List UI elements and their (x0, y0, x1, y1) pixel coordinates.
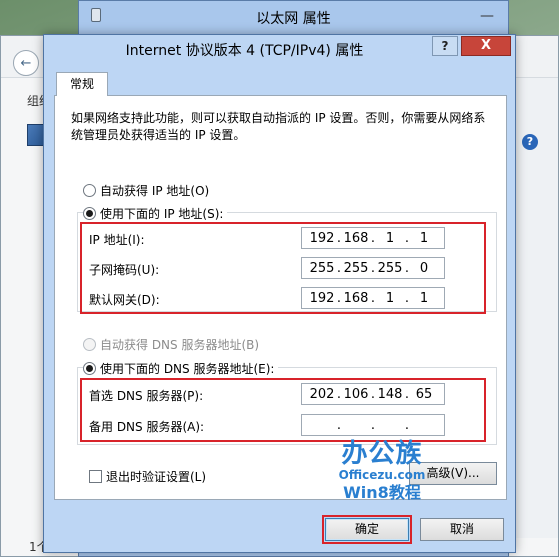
tab-general[interactable]: 常规 (56, 72, 108, 96)
alternate-dns-row: 备用 DNS 服务器(A): . . . (89, 414, 489, 438)
minimize-button[interactable]: — (480, 8, 494, 24)
ethernet-properties-title: 以太网 属性 (256, 11, 331, 27)
validate-checkbox[interactable] (89, 470, 102, 483)
ip-manual-radio[interactable] (83, 207, 96, 220)
ip-auto-label: 自动获得 IP 地址(O) (100, 184, 210, 198)
help-icon[interactable]: ? (522, 134, 538, 150)
dialog-title: Internet 协议版本 4 (TCP/IPv4) 属性 (125, 43, 364, 59)
dns-manual-option[interactable]: 使用下面的 DNS 服务器地址(E): (83, 360, 279, 377)
octet-1: 202 (309, 386, 335, 402)
ip-auto-radio[interactable] (83, 184, 96, 197)
watermark-brand: 办公族 (341, 439, 423, 469)
back-arrow-icon[interactable]: ← (13, 50, 39, 76)
selected-dot-icon (86, 365, 93, 372)
dns-manual-label: 使用下面的 DNS 服务器地址(E): (100, 362, 275, 376)
octet-2: 106 (343, 386, 369, 402)
explorer-right-pane: ? (514, 78, 558, 538)
watermark-url: Officezu.com (338, 468, 426, 482)
preferred-dns-label: 首选 DNS 服务器(P): (89, 389, 204, 403)
ok-button[interactable]: 确定 (325, 518, 409, 541)
close-button[interactable]: X (461, 36, 511, 56)
subnet-field-row: 子网掩码(U): 255. 255. 255. 0 (89, 257, 489, 281)
ip-address-label: IP 地址(I): (89, 233, 145, 247)
octet-3: 1 (385, 230, 395, 246)
dns-auto-option: 自动获得 DNS 服务器地址(B) (83, 336, 259, 353)
octet-4: 65 (415, 386, 433, 402)
octet-4: 1 (419, 230, 429, 246)
help-button[interactable]: ? (432, 36, 458, 56)
ipv4-properties-dialog: Internet 协议版本 4 (TCP/IPv4) 属性 ? X 常规 如果网… (43, 34, 516, 553)
ip-auto-option[interactable]: 自动获得 IP 地址(O) (83, 182, 209, 199)
validate-on-exit-option[interactable]: 退出时验证设置(L) (89, 468, 206, 485)
octet-2: 168 (343, 290, 369, 306)
alternate-dns-label: 备用 DNS 服务器(A): (89, 420, 205, 434)
subnet-mask-label: 子网掩码(U): (89, 263, 160, 277)
validate-label: 退出时验证设置(L) (106, 470, 207, 484)
default-gateway-label: 默认网关(D): (89, 293, 160, 307)
watermark-logo: 办公族 Officezu.com Win8教程 (322, 440, 442, 512)
octet-1: 192 (309, 230, 335, 246)
ip-manual-option[interactable]: 使用下面的 IP 地址(S): (83, 205, 228, 222)
octet-1: 255 (309, 260, 335, 276)
description-text: 如果网络支持此功能，则可以获取自动指派的 IP 设置。否则，你需要从网络系统管理… (71, 111, 486, 142)
preferred-dns-input[interactable]: 202. 106. 148. 65 (301, 383, 445, 405)
octet-3: 1 (385, 290, 395, 306)
ip-address-input[interactable]: 192. 168. 1. 1 (301, 227, 445, 249)
octet-2: 255 (343, 260, 369, 276)
dns-manual-radio[interactable] (83, 362, 96, 375)
alternate-dns-input[interactable]: . . . (301, 414, 445, 436)
dialog-titlebar[interactable]: Internet 协议版本 4 (TCP/IPv4) 属性 ? X (44, 35, 515, 63)
default-gateway-input[interactable]: 192. 168. 1. 1 (301, 287, 445, 309)
octet-2: 168 (343, 230, 369, 246)
dns-auto-radio (83, 338, 96, 351)
cancel-button[interactable]: 取消 (420, 518, 504, 541)
watermark-subtitle: Win8教程 (343, 483, 421, 502)
ip-field-row: IP 地址(I): 192. 168. 1. 1 (89, 227, 489, 251)
subnet-mask-input[interactable]: 255. 255. 255. 0 (301, 257, 445, 279)
octet-1: 192 (309, 290, 335, 306)
dns-auto-label: 自动获得 DNS 服务器地址(B) (100, 338, 260, 352)
octet-3: 148 (377, 386, 403, 402)
octet-3: 255 (377, 260, 403, 276)
gateway-field-row: 默认网关(D): 192. 168. 1. 1 (89, 287, 489, 311)
ip-manual-label: 使用下面的 IP 地址(S): (100, 207, 224, 221)
selected-dot-icon (86, 210, 93, 217)
preferred-dns-row: 首选 DNS 服务器(P): 202. 106. 148. 65 (89, 383, 489, 407)
octet-4: 1 (419, 290, 429, 306)
octet-4: 0 (419, 260, 429, 276)
